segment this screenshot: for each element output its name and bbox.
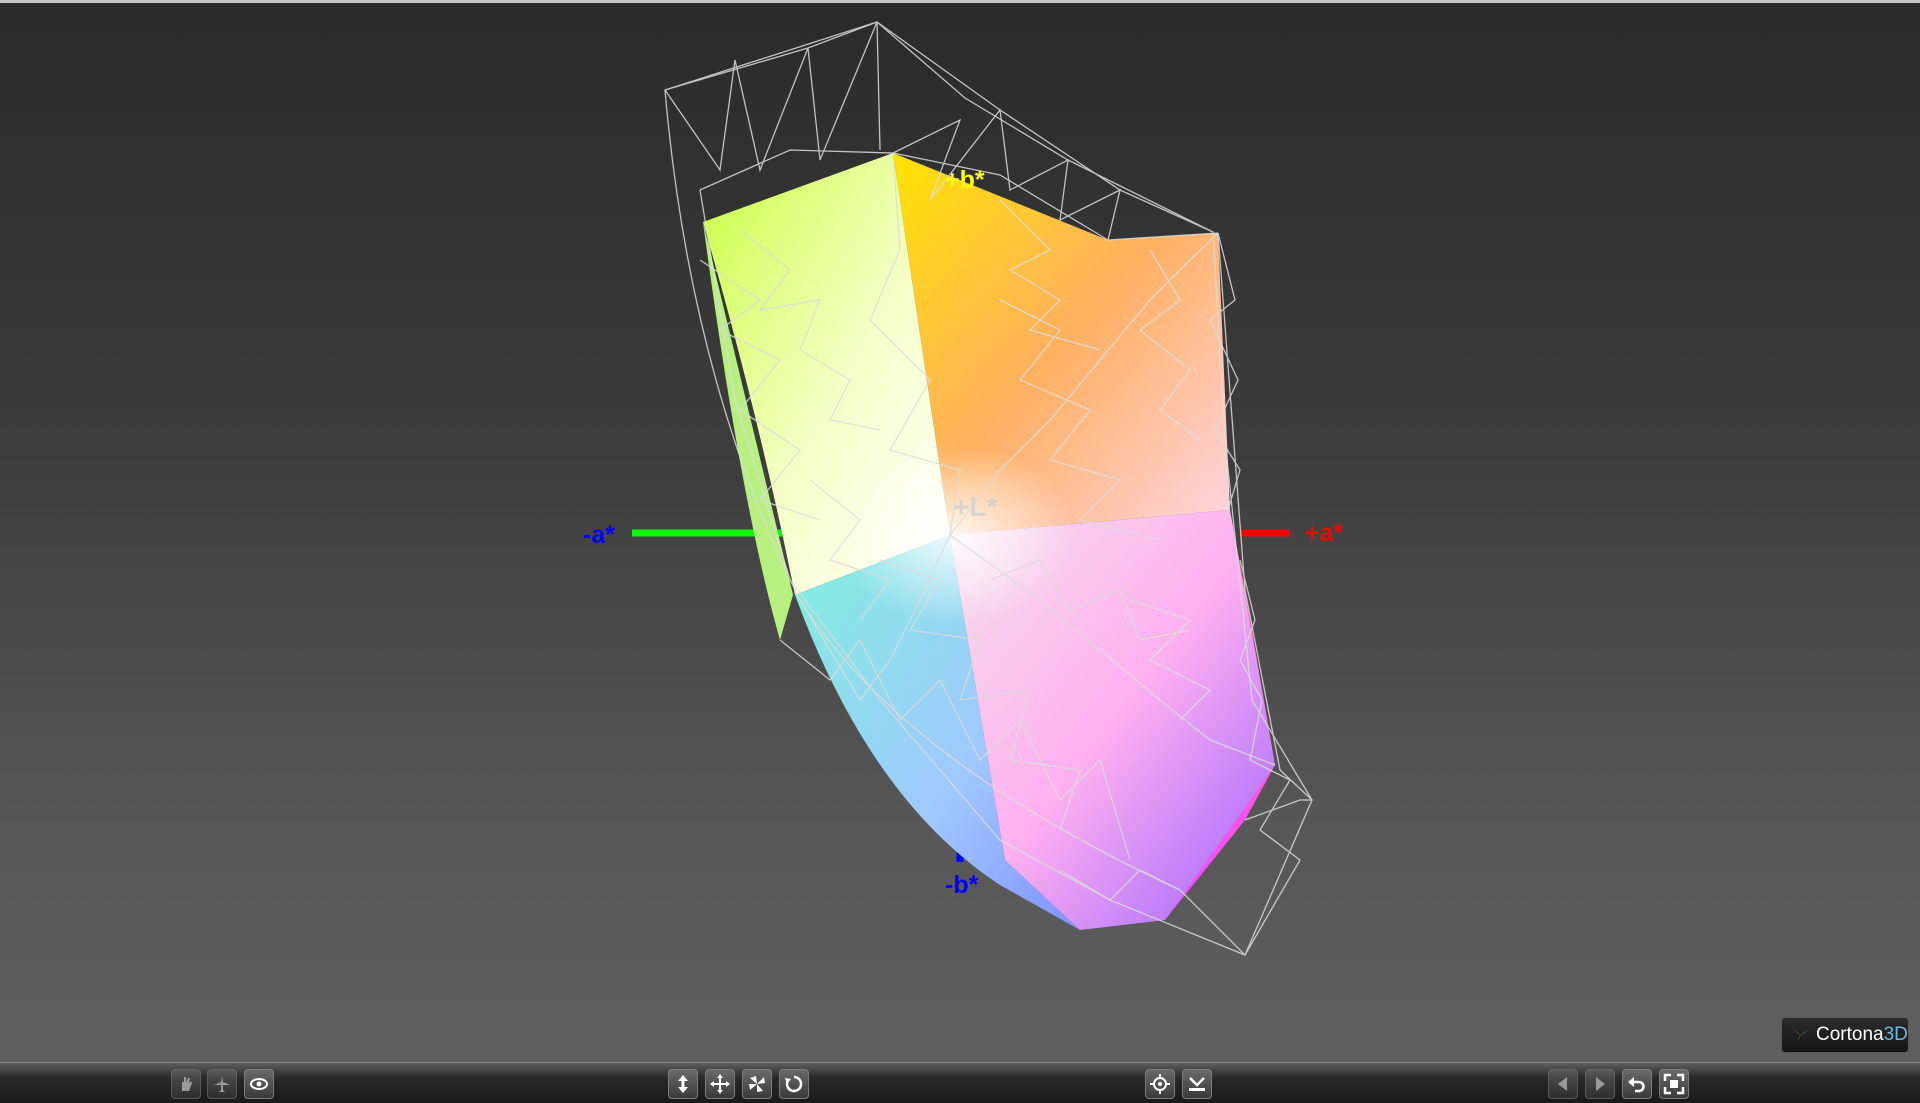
plus-a-label: +a* [1305, 519, 1344, 547]
3d-viewport[interactable]: -a* +a* +b* -b* +L* [0, 3, 1920, 1061]
navigation-toolbar [0, 1062, 1920, 1103]
gamut-scene [632, 21, 1313, 957]
minus-b-label: -b* [945, 871, 979, 899]
cortona-star-icon [1792, 1028, 1810, 1043]
fullscreen-icon[interactable] [1659, 1069, 1689, 1099]
minus-a-label: -a* [583, 521, 615, 549]
move-icon[interactable] [705, 1069, 735, 1099]
cortona3d-logo[interactable]: Cortona 3D [1781, 1017, 1909, 1053]
pan-vertical-icon[interactable] [668, 1069, 698, 1099]
plus-l-label: +L* [953, 491, 998, 522]
rotate-icon[interactable] [779, 1069, 809, 1099]
eye-icon[interactable] [244, 1069, 274, 1099]
hand-icon[interactable] [171, 1069, 201, 1099]
undo-icon[interactable] [1622, 1069, 1652, 1099]
fan-icon[interactable] [742, 1069, 772, 1099]
floor-icon[interactable] [1182, 1069, 1212, 1099]
plus-b-label: +b* [945, 166, 985, 194]
logo-suffix: 3D [1883, 1024, 1908, 1045]
target-icon[interactable] [1145, 1069, 1175, 1099]
next-view-icon[interactable] [1585, 1069, 1615, 1099]
logo-name: Cortona [1816, 1024, 1884, 1045]
plane-icon[interactable] [207, 1069, 237, 1099]
prev-view-icon[interactable] [1548, 1069, 1578, 1099]
